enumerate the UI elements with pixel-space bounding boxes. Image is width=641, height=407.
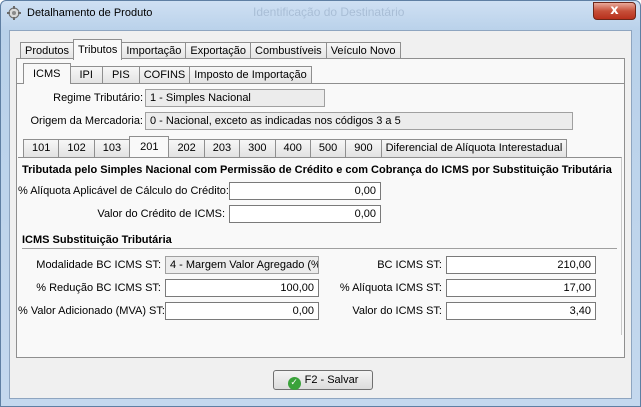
tab-300[interactable]: 300 <box>239 139 276 157</box>
tax-tab-strip: ICMS IPI PIS COFINS Imposto de Importaçã… <box>23 63 312 84</box>
tab-500[interactable]: 500 <box>309 139 347 157</box>
aliquota-credito-field[interactable]: 0,00 <box>229 182 381 200</box>
check-icon: ✓ <box>287 377 301 390</box>
tab-900[interactable]: 900 <box>345 139 382 157</box>
regime-field[interactable]: 1 - Simples Nacional <box>145 89 325 107</box>
bc-st-field[interactable]: 210,00 <box>446 256 596 274</box>
aliquota-credito-label: % Alíquota Aplicável de Cálculo do Crédi… <box>18 185 229 197</box>
reducao-field[interactable]: 100,00 <box>165 279 319 297</box>
mva-field[interactable]: 0,00 <box>165 302 319 320</box>
valor-st-field[interactable]: 3,40 <box>446 302 596 320</box>
save-button[interactable]: ✓ F2 - Salvar <box>273 370 373 390</box>
valor-credito-label: Valor do Crédito de ICMS: <box>97 208 225 220</box>
tab-202[interactable]: 202 <box>168 139 205 157</box>
tab-102[interactable]: 102 <box>58 139 95 157</box>
aliquota-st-field[interactable]: 17,00 <box>446 279 596 297</box>
st-divider <box>22 248 617 249</box>
origem-field[interactable]: 0 - Nacional, exceto as indicadas nos có… <box>145 112 573 130</box>
client-area: Produtos Tributos Importação Exportação … <box>9 30 632 399</box>
tab-ipi[interactable]: IPI <box>69 66 103 84</box>
close-button[interactable]: x <box>593 2 636 20</box>
st-section-heading: ICMS Substituição Tributária <box>22 234 172 246</box>
tab-cofins[interactable]: COFINS <box>138 66 191 84</box>
tab-103[interactable]: 103 <box>93 139 131 157</box>
tab-icms[interactable]: ICMS <box>23 63 71 84</box>
product-detail-window: Detalhamento de Produto Identificação do… <box>0 0 641 407</box>
tab-tributos[interactable]: Tributos <box>73 39 123 60</box>
background-window-title: Identificação do Destinatário <box>253 5 405 19</box>
mva-label: % Valor Adicionado (MVA) ST: <box>18 305 165 317</box>
credit-section-heading: Tributada pelo Simples Nacional com Perm… <box>22 164 612 176</box>
csosn-201-panel: Tributada pelo Simples Nacional com Perm… <box>18 157 622 335</box>
tab-201[interactable]: 201 <box>129 136 170 157</box>
tab-203[interactable]: 203 <box>203 139 241 157</box>
main-tab-strip: Produtos Tributos Importação Exportação … <box>20 39 401 60</box>
reducao-label: % Redução BC ICMS ST: <box>36 282 161 294</box>
tab-pis[interactable]: PIS <box>101 66 140 84</box>
title-bar[interactable]: Detalhamento de Produto Identificação do… <box>1 1 640 25</box>
aliquota-st-label: % Alíquota ICMS ST: <box>339 282 442 294</box>
modalidade-label: Modalidade BC ICMS ST: <box>36 259 161 271</box>
csosn-tab-strip: 101 102 103 201 202 203 300 400 500 900 … <box>23 136 568 157</box>
tab-101[interactable]: 101 <box>23 139 60 157</box>
save-button-label: F2 - Salvar <box>304 374 359 386</box>
tab-imposto-importacao[interactable]: Imposto de Importação <box>189 66 312 84</box>
tab-diferencial-aliquota[interactable]: Diferencial de Alíquota Interestadual <box>380 139 568 157</box>
gear-icon <box>7 6 21 20</box>
tributos-panel: ICMS IPI PIS COFINS Imposto de Importaçã… <box>16 58 625 358</box>
regime-label: Regime Tributário: <box>53 92 143 104</box>
bc-st-label: BC ICMS ST: <box>377 259 442 271</box>
origem-label: Origem da Mercadoria: <box>30 115 144 127</box>
modalidade-field[interactable]: 4 - Margem Valor Agregado (%) <box>165 256 319 274</box>
valor-st-label: Valor do ICMS ST: <box>352 305 442 317</box>
window-title: Detalhamento de Produto <box>27 7 153 19</box>
tab-400[interactable]: 400 <box>274 139 311 157</box>
valor-credito-field[interactable]: 0,00 <box>229 205 381 223</box>
icms-panel: Regime Tributário: 1 - Simples Nacional … <box>17 83 624 357</box>
